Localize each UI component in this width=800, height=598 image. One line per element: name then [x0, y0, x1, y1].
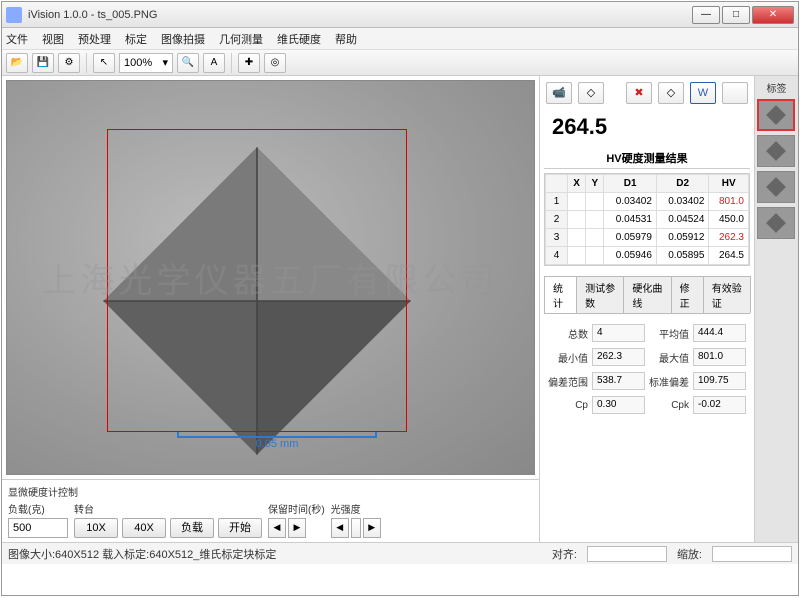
stats-panel: 总数4 平均值444.4 最小值262.3 最大值801.0 偏差范围538.7… — [544, 318, 750, 420]
menu-help[interactable]: 帮助 — [335, 31, 357, 47]
tab-correct[interactable]: 修正 — [671, 276, 704, 313]
scale-bar: 0.05 mm — [177, 432, 377, 450]
pointer-icon[interactable]: ↖ — [93, 53, 115, 73]
image-viewport[interactable]: 0.05 mm 上海光学仪器五厂有限公司 — [6, 80, 535, 475]
measurement-box[interactable] — [107, 129, 407, 432]
window-titlebar: iVision 1.0.0 - ts_005.PNG — □ ✕ — [2, 2, 798, 28]
zoom-status[interactable] — [712, 546, 792, 562]
hardware-control-panel: 显微硬度计控制 负载(克)500 转台10X40X负载开始 保留时间(秒)◀▶ … — [2, 479, 539, 542]
minimize-button[interactable]: — — [692, 6, 720, 24]
tab-curve[interactable]: 硬化曲线 — [623, 276, 671, 313]
load-input[interactable]: 500 — [8, 518, 68, 538]
app-icon — [6, 7, 22, 23]
settings-icon[interactable]: ⚙ — [58, 53, 80, 73]
align-select[interactable] — [587, 546, 667, 562]
result-table-title: HV硬度测量结果 — [544, 148, 750, 169]
menu-capture[interactable]: 图像拍摄 — [161, 31, 205, 47]
stat-count: 4 — [592, 324, 645, 342]
stat-avg: 444.4 — [693, 324, 746, 342]
thumbnail-panel: 标签 — [754, 76, 798, 542]
window-title: iVision 1.0.0 - ts_005.PNG — [28, 9, 692, 21]
menu-bar: 文件 视图 预处理 标定 图像拍摄 几何测量 维氏硬度 帮助 — [2, 28, 798, 50]
text-tool-icon[interactable]: A — [203, 53, 225, 73]
mag-40x-button[interactable]: 40X — [122, 518, 166, 538]
menu-file[interactable]: 文件 — [6, 31, 28, 47]
tab-validate[interactable]: 有效验证 — [703, 276, 751, 313]
status-imagesize: 图像大小:640X512 载入标定:640X512_维氏标定块标定 — [8, 546, 276, 562]
thumbnail-1[interactable] — [757, 99, 795, 131]
hold-prev-button[interactable]: ◀ — [268, 518, 286, 538]
open-icon[interactable]: 📂 — [6, 53, 28, 73]
menu-view[interactable]: 视图 — [42, 31, 64, 47]
save-icon[interactable]: 💾 — [32, 53, 54, 73]
status-bar: 图像大小:640X512 载入标定:640X512_维氏标定块标定 对齐: 缩放… — [2, 542, 798, 564]
load-button[interactable]: 负载 — [170, 518, 214, 538]
hold-next-button[interactable]: ▶ — [288, 518, 306, 538]
zoom-select[interactable]: 100%▾ — [119, 53, 173, 73]
target-icon[interactable]: ◎ — [264, 53, 286, 73]
blank-icon[interactable] — [722, 82, 748, 104]
stats-tabs: 统计 测试参数 硬化曲线 修正 有效验证 — [544, 276, 750, 314]
hv-result-value: 264.5 — [544, 110, 750, 144]
hardware-title: 显微硬度计控制 — [8, 484, 533, 499]
thumbnail-4[interactable] — [757, 207, 795, 239]
thumbnail-2[interactable] — [757, 135, 795, 167]
delete-icon[interactable]: ✖ — [626, 82, 652, 104]
menu-vickers[interactable]: 维氏硬度 — [277, 31, 321, 47]
light-prev-button[interactable]: ◀ — [331, 518, 349, 538]
light-next-button[interactable]: ▶ — [363, 518, 381, 538]
diamond-icon[interactable]: ◇ — [578, 82, 604, 104]
stat-min: 262.3 — [592, 348, 645, 366]
table-row[interactable]: 30.059790.05912262.3 — [546, 229, 749, 247]
toolbar: 📂 💾 ⚙ ↖ 100%▾ 🔍 A ✚ ◎ — [2, 50, 798, 76]
maximize-button[interactable]: □ — [722, 6, 750, 24]
camera-icon[interactable]: 📹 — [546, 82, 572, 104]
start-button[interactable]: 开始 — [218, 518, 262, 538]
tab-params[interactable]: 测试参数 — [576, 276, 624, 313]
stat-range: 538.7 — [592, 372, 645, 390]
tab-stats[interactable]: 统计 — [544, 276, 577, 313]
stat-cp: 0.30 — [592, 396, 645, 414]
word-export-icon[interactable]: W — [690, 82, 716, 104]
table-row[interactable]: 40.059460.05895264.5 — [546, 247, 749, 265]
menu-calibrate[interactable]: 标定 — [125, 31, 147, 47]
stat-max: 801.0 — [693, 348, 746, 366]
zoom-tool-icon[interactable]: 🔍 — [177, 53, 199, 73]
table-row[interactable]: 20.045310.04524450.0 — [546, 211, 749, 229]
crosshair-icon[interactable]: ✚ — [238, 53, 260, 73]
thumbnail-3[interactable] — [757, 171, 795, 203]
table-row[interactable]: 10.034020.03402801.0 — [546, 193, 749, 211]
rotate-icon[interactable]: ◇ — [658, 82, 684, 104]
menu-geometry[interactable]: 几何测量 — [219, 31, 263, 47]
stat-cpk: -0.02 — [693, 396, 746, 414]
menu-preprocess[interactable]: 预处理 — [78, 31, 111, 47]
result-table: XYD1D2HV10.034020.03402801.020.045310.04… — [544, 173, 750, 266]
mag-10x-button[interactable]: 10X — [74, 518, 118, 538]
stat-std: 109.75 — [693, 372, 746, 390]
close-button[interactable]: ✕ — [752, 6, 794, 24]
